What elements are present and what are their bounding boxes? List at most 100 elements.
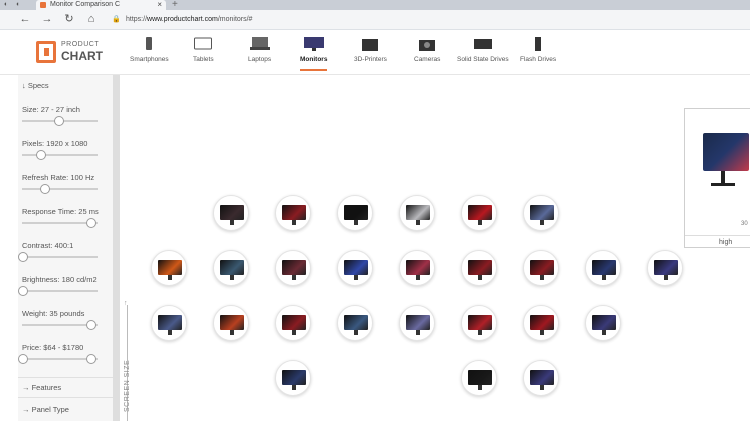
slider-track[interactable] [18,286,98,296]
slider-handle[interactable] [36,150,46,160]
slider-handle[interactable] [18,252,28,262]
slider-handle[interactable] [18,286,28,296]
product-bubble[interactable] [461,305,497,341]
slider-track[interactable] [22,320,98,330]
home-icon[interactable]: ⌂ [84,12,98,26]
monitor-thumbnail [158,315,182,335]
filter-slider[interactable]: Response Time: 25 ms [22,207,114,228]
logo-text-bottom: CHART [61,49,103,63]
product-bubble[interactable] [523,195,559,231]
category-tab-solid-state-drives[interactable]: Solid State Drives [457,37,509,63]
features-section[interactable]: → Features [22,383,61,392]
product-bubble[interactable] [213,305,249,341]
product-bubble[interactable] [151,305,187,341]
monitor-thumbnail [530,315,554,335]
slider-track[interactable] [22,116,98,126]
monitor-thumbnail [592,315,616,335]
category-tab-flash-drives[interactable]: Flash Drives [520,37,556,63]
slider-handle[interactable] [86,320,97,330]
slider-handle[interactable] [18,354,28,364]
product-bubble[interactable] [461,195,497,231]
product-bubble[interactable] [275,195,311,231]
slider-track[interactable] [22,150,98,160]
reload-icon[interactable]: ↻ [62,12,76,26]
browser-tab[interactable]: Monitor Comparison C × [36,0,166,10]
slider-track[interactable] [22,218,98,228]
new-tab-button[interactable]: + [172,0,178,10]
monitor-thumbnail [282,205,306,225]
product-bubble[interactable] [647,250,683,286]
filter-label: Response Time: 25 ms [22,207,99,216]
product-bubble[interactable] [523,360,559,396]
category-label: Tablets [193,56,214,63]
product-bubble[interactable] [275,250,311,286]
filter-slider[interactable]: Brightness: 180 cd/m2 [18,275,114,296]
slider-track[interactable] [18,252,98,262]
filter-label: Brightness: 180 cd/m2 [22,275,97,284]
category-tab-laptops[interactable]: Laptops [248,37,271,63]
filter-slider[interactable]: Refresh Rate: 100 Hz [22,173,114,194]
product-bubble[interactable] [399,250,435,286]
printer-icon [354,37,387,51]
laptop-icon [248,37,271,51]
product-bubble[interactable] [337,195,373,231]
monitor-thumbnail [468,370,492,390]
product-bubble[interactable] [275,305,311,341]
product-bubble[interactable] [213,195,249,231]
sidebar-scrollbar[interactable] [113,75,120,421]
filter-label: Pixels: 1920 x 1080 [22,139,88,148]
monitor-thumbnail [530,260,554,280]
panel-type-section[interactable]: → Panel Type [22,405,69,414]
filter-slider[interactable]: Pixels: 1920 x 1080 [22,139,114,160]
slider-track[interactable] [18,354,98,364]
window-controls[interactable]: ◐ ◐ [4,1,23,8]
product-bubble[interactable] [461,360,497,396]
product-bubble[interactable] [399,195,435,231]
category-tab-3d-printers[interactable]: 3D-Printers [354,37,387,63]
filter-slider[interactable]: Contrast: 400:1 [18,241,114,262]
slider-track[interactable] [22,184,98,194]
product-detail-card[interactable]: 30 high [684,108,750,248]
category-label: Flash Drives [520,56,557,63]
category-tab-smartphones[interactable]: Smartphones [130,37,169,63]
filter-label: Size: 27 - 27 inch [22,105,80,114]
filter-label: Price: $64 - $1780 [22,343,84,352]
product-image [703,133,749,171]
product-bubble[interactable] [399,305,435,341]
forward-icon[interactable]: → [40,12,54,26]
product-bubble[interactable] [523,305,559,341]
product-bubble[interactable] [213,250,249,286]
back-icon[interactable]: ← [18,12,32,26]
category-label: Smartphones [130,56,169,63]
product-bubble[interactable] [275,360,311,396]
specs-heading[interactable]: ↓ Specs [22,81,49,90]
category-label: Solid State Drives [457,56,509,63]
slider-handle[interactable] [39,184,50,194]
product-bubble[interactable] [585,250,621,286]
address-bar-row: ← → ↻ ⌂ 🔒 https://www.productchart.com/mo… [0,10,750,30]
filter-slider[interactable]: Size: 27 - 27 inch [22,105,114,126]
monitor-thumbnail [592,260,616,280]
product-bubble[interactable] [151,250,187,286]
product-bubble[interactable] [585,305,621,341]
product-bubble[interactable] [461,250,497,286]
product-bubble[interactable] [337,305,373,341]
category-label: 3D-Printers [354,56,387,63]
category-tab-tablets[interactable]: Tablets [193,37,214,63]
filter-label: Weight: 35 pounds [22,309,85,318]
filter-slider[interactable]: Price: $64 - $1780 [18,343,114,364]
monitor-thumbnail [406,260,430,280]
category-tab-cameras[interactable]: Cameras [414,37,440,63]
monitor-thumbnail [406,205,430,225]
product-bubble[interactable] [523,250,559,286]
slider-handle[interactable] [54,116,64,126]
url-field[interactable]: 🔒 https://www.productchart.com/monitors/# [112,13,732,27]
close-tab-icon[interactable]: × [157,0,162,10]
filter-slider[interactable]: Weight: 35 pounds [22,309,114,330]
category-tab-monitors[interactable]: Monitors [300,37,328,71]
slider-handle[interactable] [86,354,97,364]
productchart-logo[interactable]: PRODUCT CHART [36,39,116,65]
product-bubble[interactable] [337,250,373,286]
product-foot [711,183,735,186]
slider-handle[interactable] [86,218,97,228]
